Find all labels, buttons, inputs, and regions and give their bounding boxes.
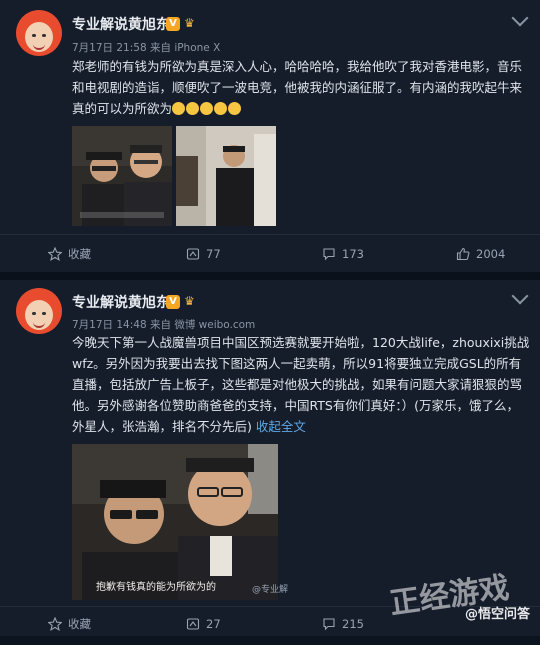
- grin-emoji-icon: [172, 102, 186, 115]
- verified-v-icon: V: [166, 295, 180, 309]
- username[interactable]: 专业解说黄旭东: [72, 14, 170, 34]
- chevron-down-icon[interactable]: [511, 9, 529, 27]
- repost-icon: [186, 618, 200, 630]
- comment-icon: [323, 248, 335, 261]
- crown-icon: ♛: [184, 294, 195, 308]
- comment-icon: [323, 618, 335, 631]
- photo-two-men-closeup: [72, 444, 278, 600]
- post-text: 今晚天下第一人战魔兽项目中国区预选赛就要开始啦，120大战life，zhouxi…: [72, 332, 530, 437]
- comment-count: 173: [342, 247, 364, 261]
- star-icon: [48, 617, 62, 631]
- grin-emoji-icon: [228, 102, 242, 115]
- post-meta: 7月17日 21:58 来自 iPhone X: [72, 42, 221, 54]
- like-count: 2004: [476, 247, 506, 261]
- watermark-text: @悟空问答: [464, 607, 530, 622]
- avatar[interactable]: [16, 10, 62, 56]
- comment-count: 215: [342, 617, 364, 631]
- collapse-text-link[interactable]: 收起全文: [256, 419, 306, 434]
- avatar[interactable]: [16, 288, 62, 334]
- post-meta: 7月17日 14:48 来自 微博 weibo.com: [72, 319, 256, 331]
- repost-count: 27: [206, 617, 221, 631]
- photo-two-men: [72, 126, 172, 226]
- star-icon: [48, 247, 62, 261]
- repost-icon: [186, 248, 200, 260]
- like-icon: [456, 247, 470, 261]
- post-separator: [0, 272, 540, 280]
- post-image[interactable]: 抱歉有钱真的能为所欲为的: [72, 444, 278, 600]
- grin-emoji-icon: [200, 102, 214, 115]
- photo-man-in-office: [176, 126, 276, 226]
- post-image[interactable]: [176, 126, 276, 226]
- crown-icon: ♛: [184, 16, 195, 30]
- image-credit: @专业解: [252, 585, 289, 595]
- post-image[interactable]: [72, 126, 172, 226]
- favorite-label: 收藏: [68, 617, 91, 631]
- grin-emoji-icon: [214, 102, 228, 115]
- repost-count: 77: [206, 247, 221, 261]
- image-caption: 抱歉有钱真的能为所欲为的: [96, 582, 216, 593]
- grin-emoji-icon: [186, 102, 200, 115]
- action-bar: 收藏 77 173 2004: [0, 234, 540, 273]
- verified-v-icon: V: [166, 17, 180, 31]
- favorite-label: 收藏: [68, 247, 91, 261]
- chevron-down-icon[interactable]: [511, 287, 529, 305]
- username[interactable]: 专业解说黄旭东: [72, 292, 170, 312]
- weibo-post-1: 专业解说黄旭东 V ♛ 7月17日 21:58 来自 iPhone X 郑老师的…: [0, 0, 540, 272]
- post-body: 郑老师的有钱为所欲为真是深入人心，哈哈哈哈，我给他吹了我对香港电影，音乐和电视剧…: [72, 59, 523, 116]
- watermark: 正经游戏 @悟空问答: [386, 560, 536, 630]
- post-text: 郑老师的有钱为所欲为真是深入人心，哈哈哈哈，我给他吹了我对香港电影，音乐和电视剧…: [72, 56, 530, 119]
